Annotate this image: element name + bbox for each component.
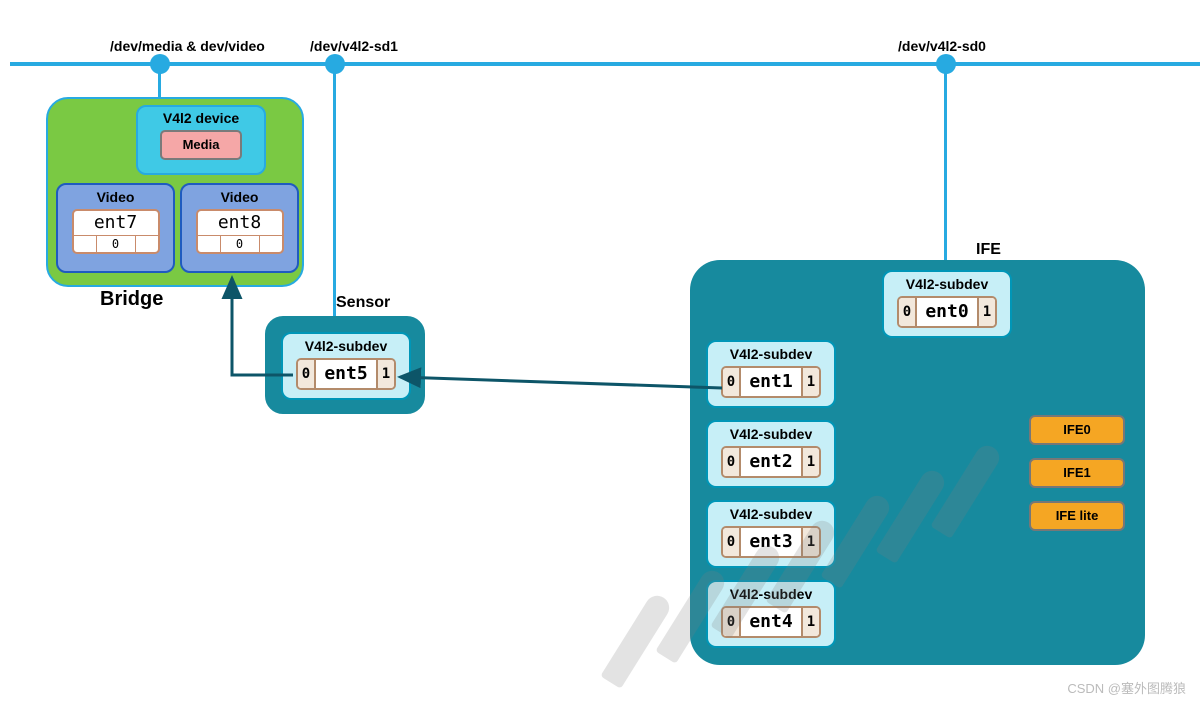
bus-label-media: /dev/media & dev/video xyxy=(110,38,265,54)
bridge-label: Bridge xyxy=(100,288,163,311)
v4l2-device-title: V4l2 device xyxy=(138,110,264,126)
video-title: Video xyxy=(182,189,297,205)
subdev-title: V4l2-subdev xyxy=(283,338,409,354)
port-0: 0 xyxy=(723,608,741,636)
video-title: Video xyxy=(58,189,173,205)
port-1: 1 xyxy=(801,608,819,636)
port-1: 1 xyxy=(801,368,819,396)
sensor-subdev: V4l2-subdev 0 ent5 1 xyxy=(281,332,411,400)
subdev-title: V4l2-subdev xyxy=(708,506,834,522)
ife-subdev-ent2: V4l2-subdev 0 ent2 1 xyxy=(706,420,836,488)
ife-block-2: IFE lite xyxy=(1029,501,1125,531)
port-0: 0 xyxy=(723,448,741,476)
drop-line-sd1 xyxy=(333,66,336,322)
entity-ent7: ent7 0 xyxy=(72,209,160,254)
subdev-title: V4l2-subdev xyxy=(884,276,1010,292)
bus-line xyxy=(10,62,1200,66)
entity-ent2: 0 ent2 1 xyxy=(721,446,821,478)
v4l2-device: V4l2 device Media xyxy=(136,105,266,175)
port-1: 1 xyxy=(977,298,995,326)
port-0: 0 xyxy=(723,368,741,396)
entity-name: ent0 xyxy=(917,298,977,326)
ife-label: IFE xyxy=(976,241,1001,259)
sensor-label: Sensor xyxy=(336,294,390,312)
bus-node-sd1 xyxy=(325,54,345,74)
sensor-container: V4l2-subdev 0 ent5 1 xyxy=(265,316,425,414)
media-device: Media xyxy=(160,130,242,160)
entity-name: ent3 xyxy=(741,528,801,556)
entity-port: 0 xyxy=(220,236,260,252)
entity-name: ent4 xyxy=(741,608,801,636)
port-0: 0 xyxy=(899,298,917,326)
subdev-title: V4l2-subdev xyxy=(708,586,834,602)
port-1: 1 xyxy=(376,360,394,388)
entity-ent1: 0 ent1 1 xyxy=(721,366,821,398)
entity-name: ent1 xyxy=(741,368,801,396)
entity-ent4: 0 ent4 1 xyxy=(721,606,821,638)
entity-name: ent8 xyxy=(198,211,282,236)
drop-line-sd0 xyxy=(944,66,947,266)
entity-ent5: 0 ent5 1 xyxy=(296,358,396,390)
entity-port: 0 xyxy=(96,236,136,252)
ife-subdev-ent1: V4l2-subdev 0 ent1 1 xyxy=(706,340,836,408)
entity-ent3: 0 ent3 1 xyxy=(721,526,821,558)
ife-block-0: IFE0 xyxy=(1029,415,1125,445)
subdev-title: V4l2-subdev xyxy=(708,426,834,442)
port-0: 0 xyxy=(723,528,741,556)
ife-block-1: IFE1 xyxy=(1029,458,1125,488)
bus-label-sd0: /dev/v4l2-sd0 xyxy=(898,38,986,54)
entity-name: ent7 xyxy=(74,211,158,236)
entity-ent0: 0 ent0 1 xyxy=(897,296,997,328)
ife-subdev-ent4: V4l2-subdev 0 ent4 1 xyxy=(706,580,836,648)
ife-container: V4l2-subdev 0 ent0 1 V4l2-subdev 0 ent1 … xyxy=(690,260,1145,665)
bus-node-sd0 xyxy=(936,54,956,74)
link-ent1-to-ent5 xyxy=(400,377,722,388)
port-1: 1 xyxy=(801,528,819,556)
port-1: 1 xyxy=(801,448,819,476)
port-0: 0 xyxy=(298,360,316,388)
ife-subdev-ent0: V4l2-subdev 0 ent0 1 xyxy=(882,270,1012,338)
video-device-1: Video ent8 0 xyxy=(180,183,299,273)
bridge-container: V4l2 device Media Video ent7 0 Video ent… xyxy=(46,97,304,287)
bus-label-sd1: /dev/v4l2-sd1 xyxy=(310,38,398,54)
bus-node-media xyxy=(150,54,170,74)
watermark: CSDN @塞外图腾狼 xyxy=(1067,678,1186,697)
entity-ent8: ent8 0 xyxy=(196,209,284,254)
ife-subdev-ent3: V4l2-subdev 0 ent3 1 xyxy=(706,500,836,568)
subdev-title: V4l2-subdev xyxy=(708,346,834,362)
entity-name: ent2 xyxy=(741,448,801,476)
entity-name: ent5 xyxy=(316,360,376,388)
video-device-0: Video ent7 0 xyxy=(56,183,175,273)
